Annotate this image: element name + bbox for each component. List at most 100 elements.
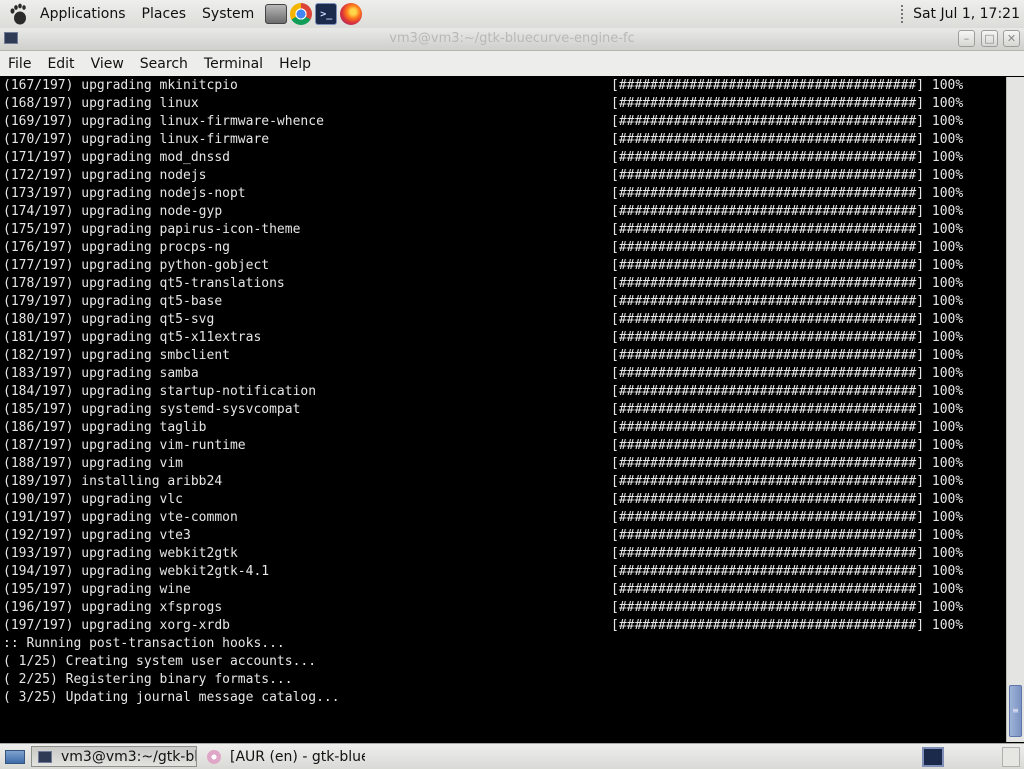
menu-edit[interactable]: Edit [39, 56, 82, 72]
terminal-icon[interactable]: >_ [315, 3, 338, 25]
terminal-line: (178/197) upgrading qt5-translations [3, 276, 285, 291]
terminal-line: (169/197) upgrading linux-firmware-whenc… [3, 114, 324, 129]
taskbar-item-terminal[interactable]: vm3@vm3:~/gtk-bl... [31, 746, 197, 767]
terminal-line: (170/197) upgrading linux-firmware [3, 132, 270, 147]
progress-bar-text: [######################################]… [611, 114, 964, 129]
menu-terminal[interactable]: Terminal [196, 56, 271, 72]
progress-bar-text: [######################################]… [611, 546, 964, 561]
chrome-icon[interactable] [290, 3, 313, 25]
terminal-line: ( 2/25) Registering binary formats... [3, 672, 293, 687]
window-titlebar[interactable]: vm3@vm3:~/gtk-bluecurve-engine-fc – □ ✕ [0, 28, 1024, 51]
terminal-line: (168/197) upgrading linux [3, 96, 199, 111]
terminal-line: (179/197) upgrading qt5-base [3, 294, 223, 309]
terminal-output[interactable]: (167/197) upgrading mkinitcpio [#########… [0, 77, 1006, 742]
progress-bar-text: [######################################]… [611, 582, 964, 597]
terminal-line: (188/197) upgrading vim [3, 456, 184, 471]
clock-area: Sat Jul 1, 17:21 [901, 5, 1024, 23]
progress-bar-text: [######################################]… [611, 330, 964, 345]
terminal-line: (190/197) upgrading vlc [3, 492, 184, 507]
terminal-line: (192/197) upgrading vte3 [3, 528, 191, 543]
menu-places[interactable]: Places [134, 6, 195, 22]
progress-bar-text: [######################################]… [611, 510, 964, 525]
terminal-line: ( 1/25) Creating system user accounts... [3, 654, 317, 669]
progress-bar-text: [######################################]… [611, 528, 964, 543]
terminal-task-icon [38, 750, 52, 763]
terminal-line: (187/197) upgrading vim-runtime [3, 438, 246, 453]
terminal-line: (180/197) upgrading qt5-svg [3, 312, 215, 327]
menu-system[interactable]: System [194, 6, 262, 22]
minimize-button[interactable]: – [958, 30, 975, 47]
panel-grip[interactable] [901, 5, 907, 23]
menu-view[interactable]: View [83, 56, 132, 72]
clock[interactable]: Sat Jul 1, 17:21 [913, 6, 1020, 22]
progress-bar-text: [######################################]… [611, 618, 964, 633]
top-panel: Applications Places System >_ Sat Jul 1,… [0, 0, 1024, 29]
gnome-foot-icon[interactable] [8, 3, 30, 25]
menu-file[interactable]: File [0, 56, 39, 72]
terminal-line: (175/197) upgrading papirus-icon-theme [3, 222, 301, 237]
terminal-line: (174/197) upgrading node-gyp [3, 204, 223, 219]
menu-search[interactable]: Search [132, 56, 196, 72]
terminal-line: ( 3/25) Updating journal message catalog… [3, 690, 340, 705]
progress-bar-text: [######################################]… [611, 420, 964, 435]
progress-bar-text: [######################################]… [611, 222, 964, 237]
terminal-line: (171/197) upgrading mod_dnssd [3, 150, 230, 165]
terminal-line: (194/197) upgrading webkit2gtk-4.1 [3, 564, 270, 579]
progress-bar-text: [######################################]… [611, 204, 964, 219]
terminal-line: (181/197) upgrading qt5-x11extras [3, 330, 262, 345]
progress-bar-text: [######################################]… [611, 96, 964, 111]
menu-help[interactable]: Help [271, 56, 319, 72]
menu-applications[interactable]: Applications [32, 6, 134, 22]
progress-bar-text: [######################################]… [611, 456, 964, 471]
show-desktop-icon[interactable] [2, 746, 28, 768]
progress-bar-text: [######################################]… [611, 564, 964, 579]
progress-bar-text: [######################################]… [611, 492, 964, 507]
terminal-line: (189/197) installing aribb24 [3, 474, 223, 489]
terminal-line: (183/197) upgrading samba [3, 366, 199, 381]
terminal-line: (167/197) upgrading mkinitcpio [3, 78, 238, 93]
bottom-panel: vm3@vm3:~/gtk-bl... [AUR (en) - gtk-blue… [0, 743, 1024, 769]
system-monitor-icon[interactable] [265, 4, 288, 24]
progress-bar-text: [######################################]… [611, 294, 964, 309]
progress-bar-text: [######################################]… [611, 132, 964, 147]
terminal-line: (176/197) upgrading procps-ng [3, 240, 230, 255]
progress-bar-text: [######################################]… [611, 600, 964, 615]
progress-bar-text: [######################################]… [611, 312, 964, 327]
progress-bar-text: [######################################]… [611, 258, 964, 273]
terminal-line: :: Running post-transaction hooks... [3, 636, 285, 651]
terminal-line: (196/197) upgrading xfsprogs [3, 600, 223, 615]
terminal-menubar: File Edit View Search Terminal Help [0, 51, 1024, 76]
close-button[interactable]: ✕ [1003, 30, 1020, 47]
progress-bar-text: [######################################]… [611, 366, 964, 381]
browser-task-icon [207, 749, 221, 764]
terminal-line: (173/197) upgrading nodejs-nopt [3, 186, 246, 201]
progress-bar-text: [######################################]… [611, 474, 964, 489]
terminal-line: (193/197) upgrading webkit2gtk [3, 546, 238, 561]
taskbar-item-label: vm3@vm3:~/gtk-bl... [61, 748, 197, 765]
progress-bar-text: [######################################]… [611, 168, 964, 183]
terminal-line: (177/197) upgrading python-gobject [3, 258, 270, 273]
terminal-line: (182/197) upgrading smbclient [3, 348, 230, 363]
scrollbar-thumb[interactable]: ≡ [1009, 685, 1022, 737]
maximize-button[interactable]: □ [981, 30, 998, 47]
terminal-line: (184/197) upgrading startup-notification [3, 384, 317, 399]
taskbar-item-browser[interactable]: [AUR (en) - gtk-blue... [200, 746, 366, 767]
progress-bar-text: [######################################]… [611, 276, 964, 291]
firefox-icon[interactable] [340, 3, 363, 25]
terminal-tray-icon[interactable] [922, 746, 944, 767]
window-title: vm3@vm3:~/gtk-bluecurve-engine-fc [389, 31, 635, 46]
terminal-line: (185/197) upgrading systemd-sysvcompat [3, 402, 301, 417]
terminal-line: (195/197) upgrading wine [3, 582, 191, 597]
terminal-line: (186/197) upgrading taglib [3, 420, 207, 435]
progress-bar-text: [######################################]… [611, 402, 964, 417]
terminal-line: (172/197) upgrading nodejs [3, 168, 207, 183]
progress-bar-text: [######################################]… [611, 240, 964, 255]
progress-bar-text: [######################################]… [611, 348, 964, 363]
terminal-scrollbar[interactable]: ≡ [1006, 77, 1024, 742]
progress-bar-text: [######################################]… [611, 78, 964, 93]
progress-bar-text: [######################################]… [611, 384, 964, 399]
progress-bar-text: [######################################]… [611, 186, 964, 201]
taskbar-item-label: [AUR (en) - gtk-blue... [230, 748, 365, 765]
workspace-switcher[interactable] [1002, 746, 1020, 767]
progress-bar-text: [######################################]… [611, 438, 964, 453]
